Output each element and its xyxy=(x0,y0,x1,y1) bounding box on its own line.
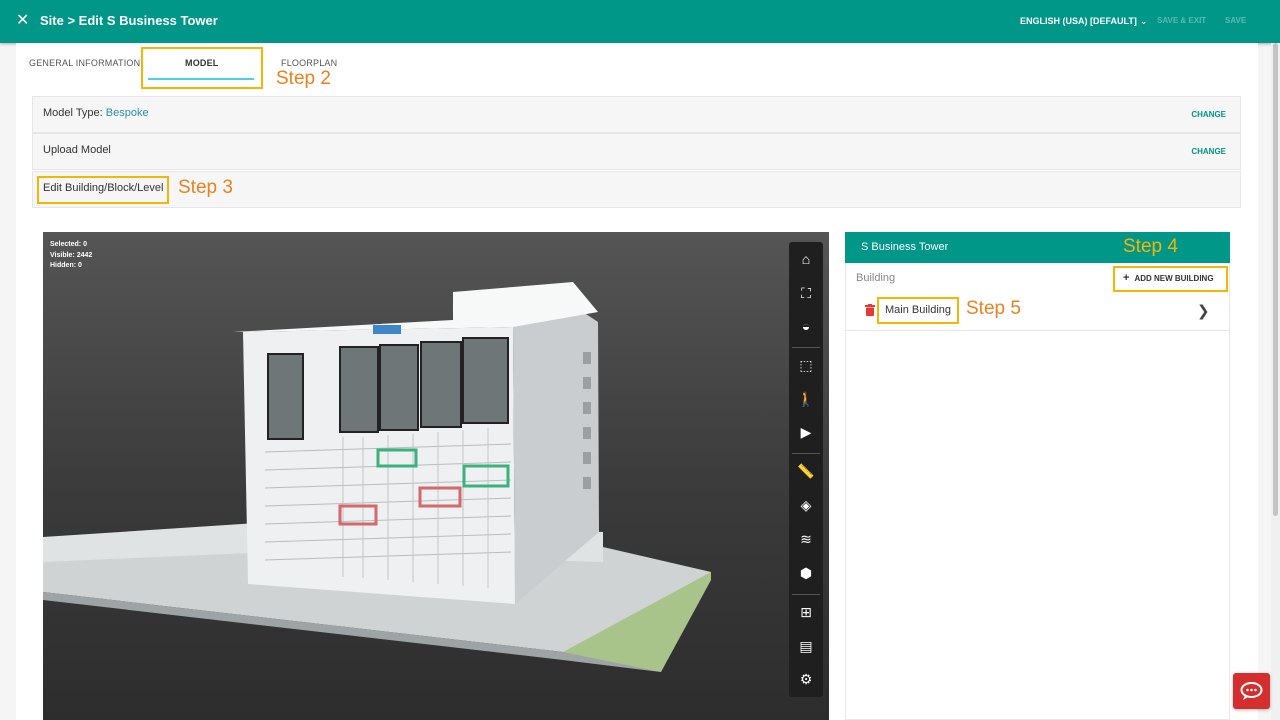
close-icon[interactable]: ✕ xyxy=(16,12,29,30)
toolbar-divider xyxy=(792,347,820,348)
save-button[interactable]: SAVE xyxy=(1225,16,1246,25)
explode-icon[interactable]: ◈ xyxy=(795,494,817,516)
chevron-down-icon: ⌄ xyxy=(1139,16,1148,26)
toolbar-divider xyxy=(792,594,820,595)
upload-model-label: Upload Model xyxy=(43,144,111,156)
scrollbar-thumb[interactable] xyxy=(1273,43,1278,516)
building-row-divider xyxy=(846,330,1229,331)
model-type-caption: Model Type: xyxy=(43,107,103,119)
fit-view-icon[interactable]: ⛶ xyxy=(795,282,817,304)
language-selector[interactable]: ENGLISH (USA) [DEFAULT] ⌄ xyxy=(1020,16,1147,27)
step4-annotation: Step 4 xyxy=(1123,236,1178,257)
chat-icon xyxy=(1240,682,1263,700)
tab-floorplan[interactable]: FLOORPLAN xyxy=(281,58,337,68)
camera-icon[interactable]: ▶ xyxy=(795,421,817,443)
top-app-bar: ✕ Site > Edit S Business Tower ENGLISH (… xyxy=(0,0,1280,43)
change-model-type-button[interactable]: CHANGE xyxy=(1191,110,1226,119)
step4-highlight xyxy=(1113,266,1228,292)
trash-icon[interactable] xyxy=(865,304,875,316)
render-mode-icon[interactable]: ◒ xyxy=(795,315,817,337)
step3-highlight xyxy=(37,176,169,204)
step3-annotation: Step 3 xyxy=(178,177,233,198)
chevron-right-icon[interactable]: ❯ xyxy=(1197,302,1210,320)
model-type-label: Model Type: Bespoke xyxy=(43,107,149,119)
model-type-value: Bespoke xyxy=(105,107,149,119)
model-tree-icon[interactable]: ⊞ xyxy=(795,601,817,623)
language-label: ENGLISH (USA) [DEFAULT] xyxy=(1020,16,1137,26)
site-name: S Business Tower xyxy=(861,241,949,253)
page-title: Site > Edit S Business Tower xyxy=(40,13,218,28)
step5-highlight xyxy=(877,297,959,324)
properties-icon[interactable]: ▤ xyxy=(795,635,817,657)
model-viewer[interactable]: Selected: 0 Visible: 2442 Hidden: 0 xyxy=(43,232,829,720)
toolbar-divider xyxy=(792,453,820,454)
change-upload-model-button[interactable]: CHANGE xyxy=(1191,147,1226,156)
building-section-label: Building xyxy=(856,272,896,284)
section-box-icon[interactable]: ⬚ xyxy=(795,354,817,376)
tab-general-information[interactable]: GENERAL INFORMATION xyxy=(29,58,140,68)
step2-annotation: Step 2 xyxy=(276,68,331,89)
model-type-row: Model Type: Bespoke CHANGE xyxy=(32,96,1241,133)
page-scrollbar[interactable] xyxy=(1271,43,1280,720)
cube-icon[interactable]: ⬢ xyxy=(795,562,817,584)
measure-icon[interactable]: 📏 xyxy=(795,460,817,482)
save-and-exit-button[interactable]: SAVE & EXIT xyxy=(1157,16,1206,25)
layers-icon[interactable]: ≋ xyxy=(795,528,817,550)
home-icon[interactable]: ⌂ xyxy=(795,248,817,270)
upload-model-row: Upload Model CHANGE xyxy=(32,133,1241,170)
step5-annotation: Step 5 xyxy=(966,298,1021,319)
settings-icon[interactable]: ⚙ xyxy=(795,668,817,690)
chat-button[interactable] xyxy=(1233,673,1270,709)
building-model-render xyxy=(43,282,711,672)
first-person-icon[interactable]: 🚶 xyxy=(795,388,817,410)
step2-highlight xyxy=(141,47,263,89)
